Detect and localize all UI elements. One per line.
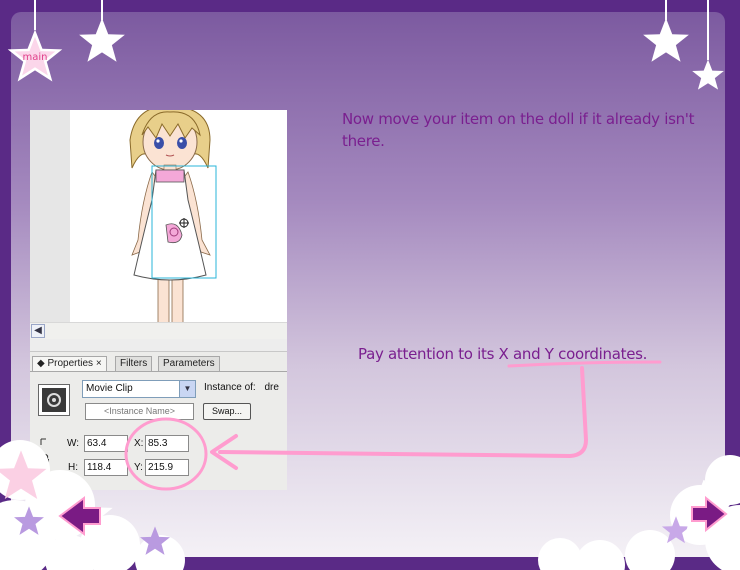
instruction-step-text: Now move your item on the doll if it alr… xyxy=(342,110,695,150)
horizontal-scrollbar[interactable]: ◀ xyxy=(30,322,287,339)
tab-filters-label: Filters xyxy=(120,358,148,369)
back-button[interactable] xyxy=(40,484,120,548)
left-arrow-icon xyxy=(49,484,113,546)
instruction-coordinates-text: Pay attention to its X and Y coordinates… xyxy=(358,345,648,363)
x-label: X: xyxy=(134,438,144,449)
instance-of-value: dre xyxy=(264,382,279,393)
tab-parameters-label: Parameters xyxy=(163,358,215,369)
swap-button[interactable]: Swap... xyxy=(203,403,251,420)
height-field[interactable]: 118.4 xyxy=(84,459,128,476)
width-label: W: xyxy=(67,438,80,449)
panel-gap xyxy=(30,339,287,351)
scroll-left-icon[interactable]: ◀ xyxy=(31,324,45,338)
y-label: Y: xyxy=(134,462,143,473)
close-icon[interactable]: × xyxy=(96,358,102,369)
main-menu-link[interactable]: main xyxy=(15,52,55,63)
flash-screenshot: ◀ ◆ Properties × Filters Parameters Movi… xyxy=(30,110,287,490)
gear-icon xyxy=(47,393,61,407)
tutorial-stage: Now move your item on the doll if it alr… xyxy=(0,0,740,570)
instance-of-text: Instance of: xyxy=(204,382,256,393)
tab-properties-label: Properties xyxy=(47,358,94,369)
symbol-type-value: Movie Clip xyxy=(86,383,133,394)
y-field[interactable]: 215.9 xyxy=(145,459,189,476)
width-field[interactable]: 63.4 xyxy=(84,435,128,452)
diamond-icon: ◆ xyxy=(37,358,45,369)
tab-filters[interactable]: Filters xyxy=(115,356,153,371)
doll-canvas xyxy=(70,110,287,326)
symbol-type-select[interactable]: Movie Clip ▼ xyxy=(82,380,196,398)
doll-illustration xyxy=(129,110,217,326)
tab-properties[interactable]: ◆ Properties × xyxy=(32,356,107,371)
instance-name-input[interactable]: <Instance Name> xyxy=(85,403,194,420)
height-label: H: xyxy=(68,462,78,473)
instance-of-label: Instance of: dre xyxy=(204,382,279,393)
x-field[interactable]: 85.3 xyxy=(145,435,189,452)
stage-margin xyxy=(30,110,70,322)
next-button[interactable] xyxy=(668,478,740,544)
lock-icon[interactable] xyxy=(40,437,52,467)
chevron-down-icon[interactable]: ▼ xyxy=(179,381,195,397)
properties-panel: ◆ Properties × Filters Parameters Movie … xyxy=(30,351,287,490)
right-arrow-icon xyxy=(673,478,735,538)
tab-divider xyxy=(30,371,287,372)
tab-parameters[interactable]: Parameters xyxy=(158,356,220,371)
movie-clip-icon xyxy=(38,384,70,416)
